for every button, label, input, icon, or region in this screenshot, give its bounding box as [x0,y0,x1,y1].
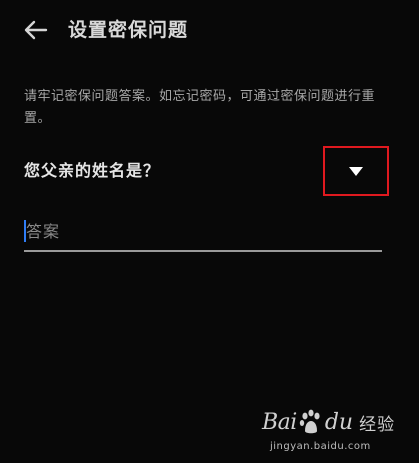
answer-field[interactable] [24,212,382,254]
page-title: 设置密保问题 [68,19,189,41]
paw-icon [299,409,320,434]
hint-text: 请牢记密保问题答案。如忘记密码，可通过密保问题进行重置。 [24,89,376,126]
watermark-jingyan: 经验 [359,414,396,435]
selected-question: 您父亲的姓名是？ [24,161,161,180]
answer-input[interactable] [24,212,382,250]
baidu-jingyan-watermark: Bai du 经验 jingyan.baidu.com [262,405,412,459]
watermark-du: du [324,409,354,435]
top-bar: 设置密保问题 [0,0,419,60]
watermark-url: jingyan.baidu.com [270,441,371,452]
security-question-selector[interactable]: 您父亲的姓名是？ [0,146,419,200]
back-button[interactable] [20,14,52,46]
question-dropdown-button[interactable] [323,146,389,196]
screen: 设置密保问题 请牢记密保问题答案。如忘记密码，可通过密保问题进行重置。 您父亲的… [0,0,419,463]
watermark-logo: Bai du 经验 [262,405,395,439]
arrow-left-icon [24,20,48,40]
watermark-bai: Bai [262,409,297,435]
triangle-down-icon [349,167,363,176]
text-caret [24,220,26,242]
answer-underline [24,250,382,252]
